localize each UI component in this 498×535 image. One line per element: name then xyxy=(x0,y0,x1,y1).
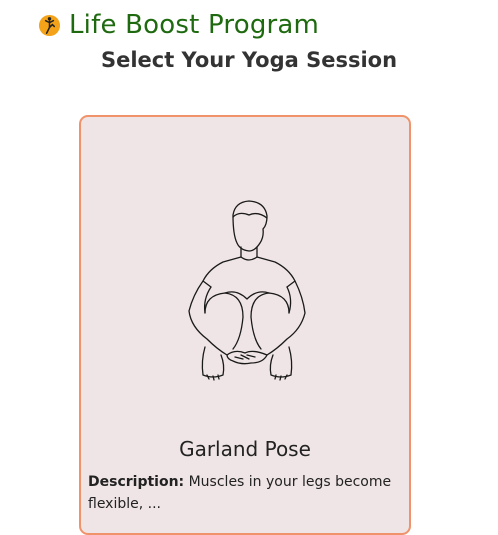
page-subtitle: Select Your Yoga Session xyxy=(100,48,398,72)
app-title: Life Boost Program xyxy=(69,10,320,40)
yoga-pose-logo-icon xyxy=(38,14,61,36)
yoga-pose-card[interactable]: Garland Pose Description: Muscles in you… xyxy=(79,115,411,535)
pose-description: Description: Muscles in your legs become… xyxy=(88,471,401,515)
pose-name: Garland Pose xyxy=(179,437,311,461)
app-header: Life Boost Program xyxy=(38,8,319,42)
garland-pose-illustration xyxy=(188,200,306,381)
description-label: Description: xyxy=(88,474,185,490)
